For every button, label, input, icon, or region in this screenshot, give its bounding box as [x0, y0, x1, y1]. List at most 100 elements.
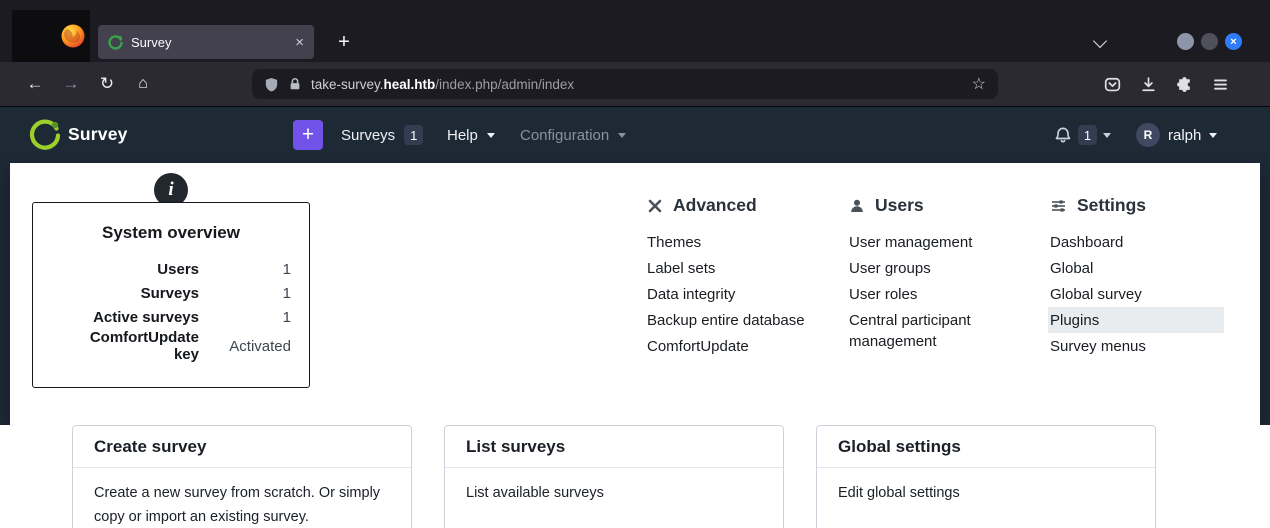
- users-header: Users: [847, 195, 997, 216]
- create-survey-card[interactable]: Create survey Create a new survey from s…: [72, 425, 412, 528]
- menu-column-advanced: Advanced Themes Label sets Data integrit…: [645, 195, 835, 359]
- overview-label: Surveys: [65, 285, 199, 302]
- card-title: List surveys: [445, 426, 783, 468]
- card-text: Edit global settings: [817, 468, 1155, 518]
- advanced-items: Themes Label sets Data integrity Backup …: [645, 229, 835, 359]
- downloads-icon[interactable]: [1132, 68, 1164, 100]
- extensions-icon[interactable]: [1168, 68, 1200, 100]
- menu-item-backup-database[interactable]: Backup entire database: [645, 307, 835, 333]
- menu-item-themes[interactable]: Themes: [645, 229, 835, 255]
- firefox-app-icon-area: [12, 10, 90, 62]
- nav-surveys-label: Surveys: [341, 127, 395, 144]
- create-survey-button[interactable]: +: [293, 120, 323, 150]
- overview-value: 1: [199, 261, 291, 278]
- user-name: ralph: [1168, 127, 1201, 144]
- menu-item-global[interactable]: Global: [1048, 255, 1224, 281]
- menu-item-comfortupdate[interactable]: ComfortUpdate: [645, 333, 835, 359]
- home-button[interactable]: ⌂: [127, 68, 159, 100]
- back-button[interactable]: ←: [19, 68, 51, 100]
- tab-close-icon[interactable]: ×: [295, 35, 304, 50]
- menu-item-central-participant-management[interactable]: Central participant management: [847, 307, 997, 354]
- brand-title: Survey: [68, 124, 128, 145]
- overview-row: Surveys 1: [33, 281, 309, 305]
- page-content: Create survey Create a new survey from s…: [0, 425, 1270, 528]
- pocket-icon[interactable]: [1096, 68, 1128, 100]
- system-overview-rows: Users 1 Surveys 1 Active surveys 1 Comfo…: [33, 257, 309, 353]
- menu-item-user-management[interactable]: User management: [847, 229, 997, 255]
- list-surveys-card[interactable]: List surveys List available surveys: [444, 425, 784, 528]
- advanced-header: Advanced: [645, 195, 835, 216]
- overview-label: ComfortUpdate key: [65, 329, 199, 363]
- app-header: Survey + Surveys 1 Help Configuration 1 …: [0, 107, 1270, 163]
- reload-button[interactable]: ↻: [91, 68, 123, 100]
- system-overview-title: System overview: [33, 223, 309, 243]
- nav-surveys[interactable]: Surveys 1: [341, 107, 423, 163]
- nav-help[interactable]: Help: [447, 107, 495, 163]
- settings-title: Settings: [1077, 195, 1146, 216]
- shield-icon[interactable]: [264, 77, 279, 92]
- global-settings-card[interactable]: Global settings Edit global settings: [816, 425, 1156, 528]
- chevron-down-icon: [1103, 133, 1111, 138]
- configuration-mega-menu: i System overview Users 1 Surveys 1 Acti…: [10, 163, 1260, 425]
- screen: Survey × + × ← → ↻ ⌂ take-survey.heal.ht…: [0, 0, 1270, 528]
- bookmark-star-icon[interactable]: ☆: [972, 74, 986, 94]
- overview-value: 1: [199, 285, 291, 302]
- overview-value: 1: [199, 309, 291, 326]
- menu-item-survey-menus[interactable]: Survey menus: [1048, 333, 1224, 359]
- forward-button[interactable]: →: [55, 68, 87, 100]
- overview-label: Active surveys: [65, 309, 199, 326]
- advanced-title: Advanced: [673, 195, 757, 216]
- limesurvey-favicon: [108, 35, 123, 50]
- settings-items: Dashboard Global Global survey Plugins S…: [1048, 229, 1224, 359]
- overview-value: Activated: [199, 338, 291, 355]
- window-controls: ×: [1177, 33, 1242, 50]
- surveys-count-badge: 1: [404, 125, 423, 145]
- url-prefix: take-survey.: [311, 77, 384, 92]
- browser-tab[interactable]: Survey ×: [98, 25, 314, 59]
- maximize-button[interactable]: [1201, 33, 1218, 50]
- menu-column-users: Users User management User groups User r…: [847, 195, 997, 354]
- overview-label: Users: [65, 261, 199, 278]
- lock-icon[interactable]: [288, 77, 302, 91]
- settings-header: Settings: [1048, 195, 1224, 216]
- url-bar[interactable]: take-survey.heal.htb/index.php/admin/ind…: [252, 69, 998, 99]
- overview-row: ComfortUpdate key Activated: [33, 329, 309, 353]
- menu-item-user-roles[interactable]: User roles: [847, 281, 997, 307]
- url-path: /index.php/admin/index: [435, 77, 574, 92]
- hamburger-menu-icon[interactable]: [1204, 68, 1236, 100]
- close-window-button[interactable]: ×: [1225, 33, 1242, 50]
- limesurvey-logo: [29, 119, 61, 151]
- chevron-down-icon: [618, 133, 626, 138]
- nav-configuration-label: Configuration: [520, 127, 609, 144]
- firefox-icon: [60, 23, 86, 49]
- new-tab-button[interactable]: +: [330, 28, 358, 56]
- overview-row: Active surveys 1: [33, 305, 309, 329]
- tools-icon: [647, 198, 663, 214]
- card-title: Create survey: [73, 426, 411, 468]
- tab-title: Survey: [131, 35, 171, 50]
- tab-list-chevron-icon[interactable]: [1093, 34, 1107, 48]
- menu-item-dashboard[interactable]: Dashboard: [1048, 229, 1224, 255]
- url-text: take-survey.heal.htb/index.php/admin/ind…: [311, 77, 574, 92]
- chevron-down-icon: [487, 133, 495, 138]
- overview-row: Users 1: [33, 257, 309, 281]
- menu-column-settings: Settings Dashboard Global Global survey …: [1048, 195, 1224, 359]
- nav-configuration[interactable]: Configuration: [520, 107, 626, 163]
- users-items: User management User groups User roles C…: [847, 229, 997, 354]
- menu-item-label-sets[interactable]: Label sets: [645, 255, 835, 281]
- card-text: Create a new survey from scratch. Or sim…: [73, 468, 411, 528]
- system-overview-box: System overview Users 1 Surveys 1 Active…: [32, 202, 310, 388]
- menu-item-user-groups[interactable]: User groups: [847, 255, 997, 281]
- menu-item-global-survey[interactable]: Global survey: [1048, 281, 1224, 307]
- user-menu[interactable]: R ralph: [1136, 107, 1217, 163]
- user-icon: [849, 198, 865, 214]
- menu-item-plugins[interactable]: Plugins: [1048, 307, 1224, 333]
- notifications-menu[interactable]: 1: [1054, 107, 1111, 163]
- browser-toolbar: ← → ↻ ⌂ take-survey.heal.htb/index.php/a…: [0, 62, 1270, 107]
- nav-help-label: Help: [447, 127, 478, 144]
- avatar: R: [1136, 123, 1160, 147]
- sliders-icon: [1050, 198, 1067, 214]
- card-title: Global settings: [817, 426, 1155, 468]
- minimize-button[interactable]: [1177, 33, 1194, 50]
- menu-item-data-integrity[interactable]: Data integrity: [645, 281, 835, 307]
